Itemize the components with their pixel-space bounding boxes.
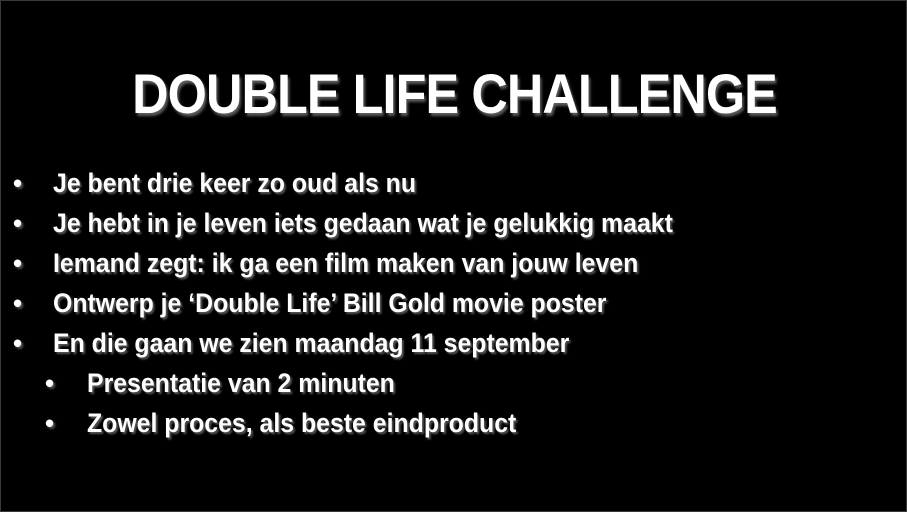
bullet-dot: • — [13, 288, 23, 318]
bullet-dot: • — [13, 328, 23, 358]
bullet-item: • Ontwerp je ‘Double Life’ Bill Gold mov… — [1, 283, 901, 323]
bullet-text: Ontwerp je ‘Double Life’ Bill Gold movie… — [53, 288, 607, 318]
sub-bullet-text: Presentatie van 2 minuten — [87, 368, 395, 398]
bullet-dot: • — [13, 168, 23, 198]
bullet-text: En die gaan we zien maandag 11 september — [53, 328, 570, 358]
sub-bullet-item: • Presentatie van 2 minuten — [1, 363, 901, 403]
sub-bullet-item: • Zowel proces, als beste eindproduct — [1, 403, 901, 443]
slide-title: DOUBLE LIFE CHALLENGE — [132, 62, 778, 125]
bullet-text: Je hebt in je leven iets gedaan wat je g… — [53, 208, 673, 238]
bullet-item: • Je bent drie keer zo oud als nu — [1, 163, 901, 203]
sub-bullet-text: Zowel proces, als beste eindproduct — [87, 408, 517, 438]
bullet-text: Iemand zegt: ik ga een film maken van jo… — [53, 248, 639, 278]
slide: DOUBLE LIFE CHALLENGE • Je bent drie kee… — [0, 0, 907, 512]
bullet-dot: • — [13, 208, 23, 238]
bullet-list: • Je bent drie keer zo oud als nu • Je h… — [1, 163, 901, 443]
bullet-dot: • — [13, 248, 23, 278]
bullet-text: Je bent drie keer zo oud als nu — [53, 168, 417, 198]
bullet-item: • Je hebt in je leven iets gedaan wat je… — [1, 203, 901, 243]
bullet-dot: • — [45, 368, 55, 398]
bullet-item: • En die gaan we zien maandag 11 septemb… — [1, 323, 901, 363]
bullet-dot: • — [45, 408, 55, 438]
bullet-item: • Iemand zegt: ik ga een film maken van … — [1, 243, 901, 283]
